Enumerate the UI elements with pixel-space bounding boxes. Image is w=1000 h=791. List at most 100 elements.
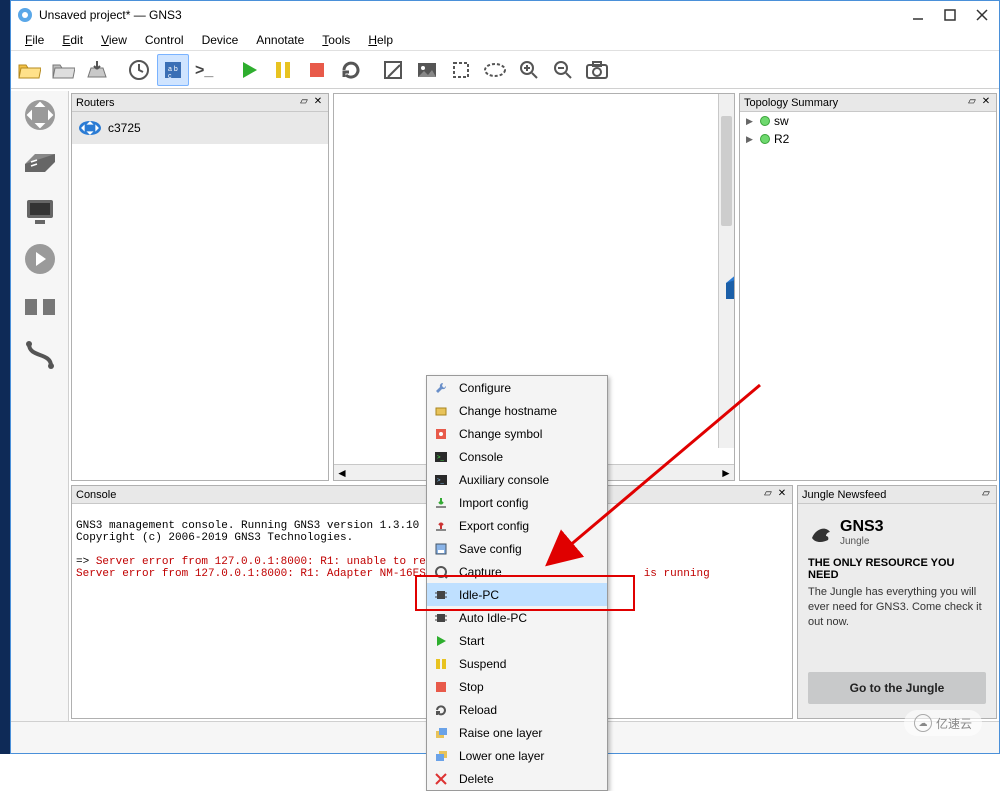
panel-undock-icon[interactable]: ▱ (298, 97, 310, 109)
go-to-jungle-button[interactable]: Go to the Jungle (808, 672, 986, 704)
console-icon[interactable]: >_ (191, 54, 223, 86)
routers-panel: Routers ▱ ✕ c3725 (71, 93, 329, 481)
image-icon[interactable] (411, 54, 443, 86)
menu-control[interactable]: Control (137, 31, 192, 49)
context-menu-start[interactable]: Start (427, 629, 607, 652)
panel-undock-icon[interactable]: ▱ (980, 489, 992, 501)
context-menu-reload[interactable]: Reload (427, 698, 607, 721)
save-icon (433, 541, 449, 557)
reload-icon[interactable] (335, 54, 367, 86)
clock-icon[interactable] (123, 54, 155, 86)
menu-help[interactable]: Help (360, 31, 401, 49)
gns3-app-icon (17, 7, 33, 23)
export-icon (433, 518, 449, 534)
open-gray-folder-icon[interactable] (47, 54, 79, 86)
context-menu-delete[interactable]: Delete (427, 767, 607, 790)
symbol-icon (433, 426, 449, 442)
expand-icon[interactable]: ▶ (746, 134, 756, 145)
svg-text:a b: a b (168, 66, 178, 73)
topology-item-sw[interactable]: ▶sw (740, 112, 996, 130)
import-icon (433, 495, 449, 511)
context-menu-label: Configure (459, 381, 511, 395)
context-menu-save-config[interactable]: Save config (427, 537, 607, 560)
capture-icon (433, 564, 449, 580)
node-switch-icon[interactable] (722, 259, 734, 303)
context-menu-label: Auto Idle-PC (459, 611, 527, 625)
panel-undock-icon[interactable]: ▱ (966, 97, 978, 109)
menu-tools[interactable]: Tools (314, 31, 358, 49)
camera-icon[interactable] (581, 54, 613, 86)
ellipse-icon[interactable] (479, 54, 511, 86)
routers-panel-header: Routers ▱ ✕ (72, 94, 328, 112)
context-menu-auto-idle-pc[interactable]: Auto Idle-PC (427, 606, 607, 629)
stop-icon[interactable] (301, 54, 333, 86)
context-menu-configure[interactable]: Configure (427, 376, 607, 399)
menu-file[interactable]: File (17, 31, 52, 49)
raise-icon (433, 725, 449, 741)
wrench-icon (433, 380, 449, 396)
context-menu-idle-pc[interactable]: Idle-PC (427, 583, 607, 606)
gns3-jungle-logo: GNS3Jungle (808, 518, 986, 547)
context-menu-suspend[interactable]: Suspend (427, 652, 607, 675)
topology-item-r2[interactable]: ▶R2 (740, 130, 996, 148)
panel-close-icon[interactable]: ✕ (980, 97, 992, 109)
context-menu-label: Export config (459, 519, 529, 533)
context-menu-console[interactable]: >_Console (427, 445, 607, 468)
play-icon[interactable] (233, 54, 265, 86)
stop-icon (433, 679, 449, 695)
context-menu-lower-one-layer[interactable]: Lower one layer (427, 744, 607, 767)
menu-annotate[interactable]: Annotate (248, 31, 312, 49)
scroll-left-icon[interactable]: ◄ (334, 466, 350, 480)
topology-summary-title: Topology Summary (744, 97, 838, 109)
pause-icon[interactable] (267, 54, 299, 86)
menu-view[interactable]: View (93, 31, 135, 49)
dock-routers-icon[interactable] (20, 95, 60, 135)
context-menu-change-symbol[interactable]: Change symbol (427, 422, 607, 445)
close-button[interactable] (975, 8, 989, 22)
chip-icon (433, 587, 449, 603)
dock-security-icon[interactable] (20, 287, 60, 327)
context-menu-label: Save config (459, 542, 522, 556)
rect-select-icon[interactable]: a bc (157, 54, 189, 86)
left-desktop-edge (0, 0, 10, 754)
context-menu-export-config[interactable]: Export config (427, 514, 607, 537)
crop-icon[interactable] (445, 54, 477, 86)
context-menu-label: Import config (459, 496, 528, 510)
status-running-icon (760, 134, 770, 144)
zoom-in-icon[interactable] (513, 54, 545, 86)
context-menu-label: Capture (459, 565, 502, 579)
scroll-right-icon[interactable]: ► (718, 466, 734, 480)
chip2-icon (433, 610, 449, 626)
context-menu-change-hostname[interactable]: Change hostname (427, 399, 607, 422)
context-menu-label: Stop (459, 680, 484, 694)
cloud-icon: ☁ (914, 714, 932, 732)
context-menu-import-config[interactable]: Import config (427, 491, 607, 514)
context-menu-capture[interactable]: Capture (427, 560, 607, 583)
zoom-out-icon[interactable] (547, 54, 579, 86)
menu-edit[interactable]: Edit (54, 31, 91, 49)
panel-close-icon[interactable]: ✕ (312, 97, 324, 109)
panel-undock-icon[interactable]: ▱ (762, 489, 774, 501)
open-folder-icon[interactable] (13, 54, 45, 86)
menu-device[interactable]: Device (194, 31, 247, 49)
context-menu-auxiliary-console[interactable]: >_Auxiliary console (427, 468, 607, 491)
note-icon[interactable] (377, 54, 409, 86)
export-icon[interactable] (81, 54, 113, 86)
window-title: Unsaved project* — GNS3 (39, 8, 911, 22)
context-menu-label: Change hostname (459, 404, 557, 418)
router-template-label: c3725 (108, 121, 141, 135)
minimize-button[interactable] (911, 8, 925, 22)
node-context-menu: Configure Change hostname Change symbol>_C… (426, 375, 608, 791)
device-dock (11, 91, 69, 721)
expand-icon[interactable]: ▶ (746, 116, 756, 127)
panel-close-icon[interactable]: ✕ (776, 489, 788, 501)
context-menu-stop[interactable]: Stop (427, 675, 607, 698)
router-icon (78, 118, 102, 138)
context-menu-raise-one-layer[interactable]: Raise one layer (427, 721, 607, 744)
dock-play-circle-icon[interactable] (20, 239, 60, 279)
maximize-button[interactable] (943, 8, 957, 22)
dock-switches-icon[interactable] (20, 143, 60, 183)
dock-hosts-icon[interactable] (20, 191, 60, 231)
dock-cable-icon[interactable] (20, 335, 60, 375)
router-template-item[interactable]: c3725 (72, 112, 328, 144)
